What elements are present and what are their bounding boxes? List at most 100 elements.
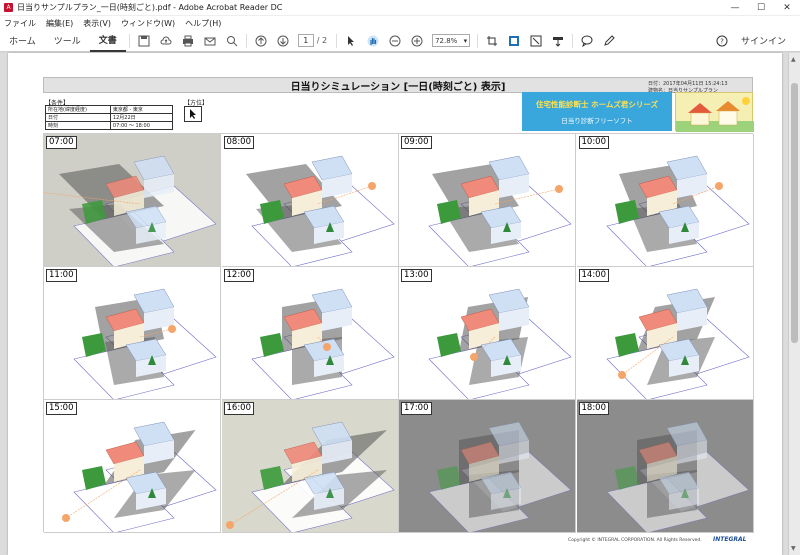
crop-icon[interactable] xyxy=(481,30,503,52)
copyright-text: Copyright © INTEGRAL CORPORATION. All Ri… xyxy=(568,538,702,543)
time-cell: 13:00 xyxy=(399,267,576,400)
menu-window[interactable]: ウィンドウ(W) xyxy=(121,18,175,29)
time-label: 10:00 xyxy=(578,136,609,149)
table-cell: 日付 xyxy=(45,113,111,122)
sunlight-scene xyxy=(225,421,395,532)
zoom-level-value: 72.8% xyxy=(435,36,458,45)
zoom-out-icon[interactable] xyxy=(384,30,406,52)
scroll-up-icon[interactable]: ▲ xyxy=(791,56,796,63)
time-label: 08:00 xyxy=(223,136,254,149)
banner-subtitle: 日当り診断フリーソフト xyxy=(561,116,633,125)
scroll-mode-icon[interactable] xyxy=(503,30,525,52)
svg-text:?: ? xyxy=(720,37,724,45)
toolbar-separator xyxy=(245,33,247,48)
simulation-grid: 07:00 08:00 09:00 10:00 11:00 12:00 13:0… xyxy=(43,133,754,533)
sunlight-scene xyxy=(428,288,572,399)
time-label: 09:00 xyxy=(401,136,432,149)
maximize-button[interactable]: ☐ xyxy=(748,0,774,16)
north-arrow-icon xyxy=(190,109,196,119)
time-cell: 10:00 xyxy=(576,134,754,267)
acrobat-window: A 日当りサンプルプラン_一日(時刻ごと).pdf - Adobe Acroba… xyxy=(0,0,800,555)
time-label: 12:00 xyxy=(223,269,254,282)
help-icon[interactable]: ? xyxy=(711,30,733,52)
brand-logo: INTEGRAL xyxy=(713,536,747,543)
tab-document[interactable]: 文書 xyxy=(89,30,126,52)
table-cell: 12月22日 xyxy=(109,113,174,122)
time-cell: 07:00 xyxy=(44,134,221,267)
report-date: 日付：2017年04月11日 15:24:13 xyxy=(648,81,728,87)
menu-view[interactable]: 表示(V) xyxy=(83,18,111,29)
page-up-icon[interactable] xyxy=(250,30,272,52)
fullscreen-icon[interactable] xyxy=(525,30,547,52)
sunlight-scene xyxy=(73,288,217,399)
search-icon[interactable] xyxy=(221,30,243,52)
menu-edit[interactable]: 編集(E) xyxy=(46,18,73,29)
time-cell: 14:00 xyxy=(576,267,754,400)
sunlight-scene xyxy=(428,155,572,266)
page-down-icon[interactable] xyxy=(272,30,294,52)
read-mode-icon[interactable] xyxy=(547,30,569,52)
product-banner: 住宅性能診断士 ホームズ君シリーズ 日当り診断フリーソフト xyxy=(522,92,672,131)
menu-help[interactable]: ヘルプ(H) xyxy=(185,18,221,29)
email-icon[interactable] xyxy=(199,30,221,52)
page-total: / 2 xyxy=(316,36,328,45)
report-title: 日当りシミュレーション [一日(時刻ごと) 表示] xyxy=(43,77,753,93)
time-label: 11:00 xyxy=(46,269,77,282)
vertical-scrollbar[interactable]: ▲ ▼ xyxy=(788,53,800,555)
time-cell: 17:00 xyxy=(399,400,576,533)
table-row: 所在地(緯度経度) 東京都 - 東京 xyxy=(45,105,174,114)
conditions-table: 所在地(緯度経度) 東京都 - 東京 日付 12月22日 時刻 07:00 ～ … xyxy=(45,105,174,130)
sunlight-scene xyxy=(44,155,217,266)
time-label: 15:00 xyxy=(46,402,77,415)
time-cell: 12:00 xyxy=(221,267,399,400)
toolbar-separator xyxy=(128,33,130,48)
time-cell: 09:00 xyxy=(399,134,576,267)
sunlight-scene xyxy=(428,421,572,532)
title-bar: A 日当りサンプルプラン_一日(時刻ごと).pdf - Adobe Acroba… xyxy=(0,0,800,16)
zoom-in-icon[interactable] xyxy=(406,30,428,52)
table-row: 日付 12月22日 xyxy=(45,113,174,122)
time-label: 13:00 xyxy=(401,269,432,282)
pdf-page: 日当りシミュレーション [一日(時刻ごと) 表示] 日付：2017年04月11日… xyxy=(8,53,782,555)
house-illustration-icon xyxy=(676,97,754,132)
tab-home[interactable]: ホーム xyxy=(0,30,45,52)
time-cell: 08:00 xyxy=(221,134,399,267)
time-label: 17:00 xyxy=(401,402,432,415)
table-cell: 07:00 ～ 18:00 xyxy=(109,121,174,130)
sunlight-scene xyxy=(245,155,395,266)
page-number-input[interactable]: 1 xyxy=(297,34,314,47)
sunlight-scene xyxy=(605,288,750,399)
toolbar-separator xyxy=(572,33,574,48)
close-button[interactable]: ✕ xyxy=(774,0,800,16)
table-row: 時刻 07:00 ～ 18:00 xyxy=(45,121,174,130)
menu-bar: ファイル 編集(E) 表示(V) ウィンドウ(W) ヘルプ(H) xyxy=(0,16,800,30)
sunlight-scene xyxy=(605,155,750,266)
time-label: 14:00 xyxy=(578,269,609,282)
document-viewport[interactable]: 日当りシミュレーション [一日(時刻ごと) 表示] 日付：2017年04月11日… xyxy=(0,53,788,555)
chevron-down-icon: ▾ xyxy=(463,36,468,45)
pen-icon[interactable] xyxy=(598,30,620,52)
menu-file[interactable]: ファイル xyxy=(4,18,36,29)
toolbar-separator xyxy=(477,33,479,48)
hand-tool-icon[interactable] xyxy=(362,30,384,52)
cloud-upload-icon[interactable] xyxy=(155,30,177,52)
time-cell: 11:00 xyxy=(44,267,221,400)
table-cell: 所在地(緯度経度) xyxy=(45,105,111,114)
sunlight-scene xyxy=(62,421,217,532)
save-icon[interactable] xyxy=(133,30,155,52)
sunlight-scene xyxy=(605,421,750,532)
acrobat-app-icon: A xyxy=(4,3,13,12)
zoom-level-select[interactable]: 72.8% ▾ xyxy=(432,34,471,47)
scroll-down-icon[interactable]: ▼ xyxy=(791,545,796,552)
table-cell: 東京都 - 東京 xyxy=(109,105,174,114)
banner-title: 住宅性能診断士 ホームズ君シリーズ xyxy=(535,99,658,109)
scrollbar-thumb[interactable] xyxy=(791,83,798,343)
window-title: 日当りサンプルプラン_一日(時刻ごと).pdf - Adobe Acrobat … xyxy=(17,3,283,12)
time-label: 07:00 xyxy=(46,136,77,149)
minimize-button[interactable]: — xyxy=(722,0,748,16)
tab-tools[interactable]: ツール xyxy=(45,30,90,52)
comment-icon[interactable] xyxy=(576,30,598,52)
select-cursor-icon[interactable] xyxy=(340,30,362,52)
print-icon[interactable] xyxy=(177,30,199,52)
signin-button[interactable]: サインイン xyxy=(741,34,786,47)
